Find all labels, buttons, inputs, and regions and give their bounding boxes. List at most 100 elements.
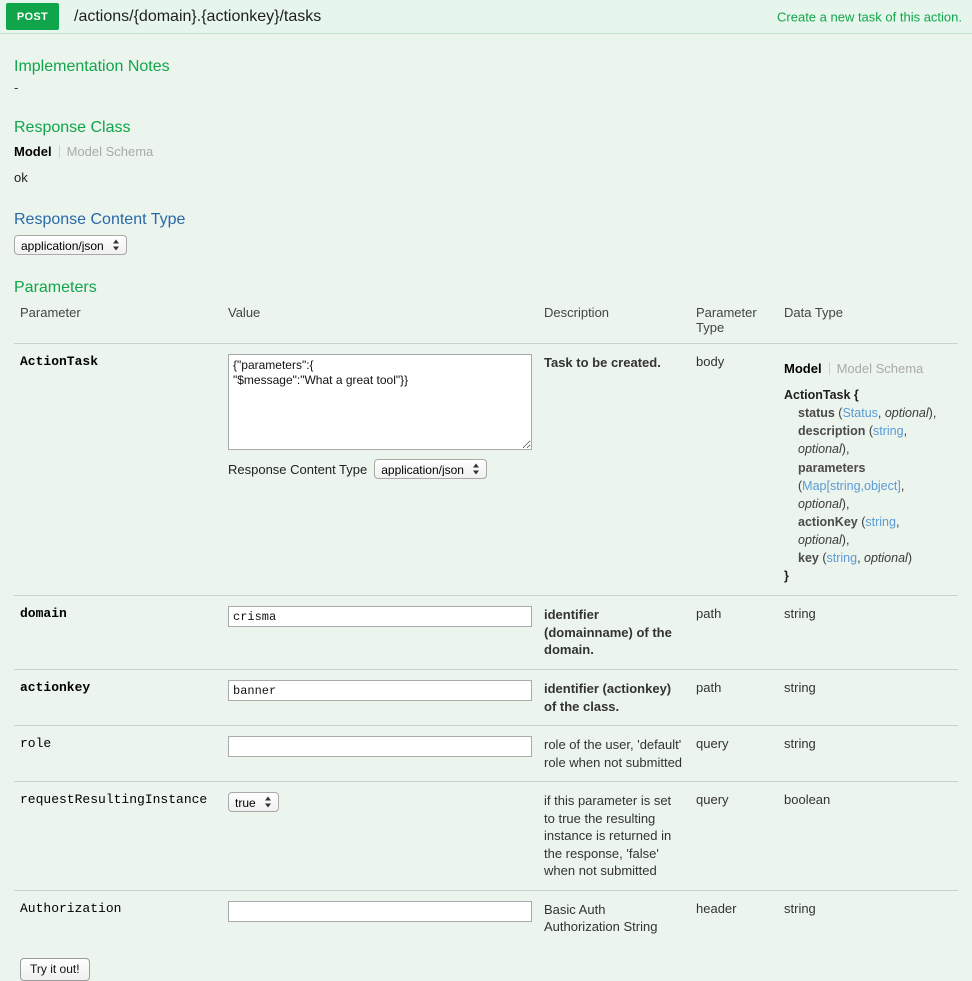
parameters-heading: Parameters [14,279,97,296]
parameter-value-actionkey [222,669,538,727]
model-property-description: description (string, optional), [798,424,908,457]
model-property-trailing: , [845,496,850,511]
tab-model[interactable]: Model [14,145,60,158]
parameter-type-domain: path [690,595,778,671]
model-property-type[interactable]: string [827,551,858,565]
response-class-heading: Response Class [14,119,131,136]
tab-model-schema[interactable]: Model Schema [830,362,924,375]
parameter-description-authorization: Basic Auth Authorization String [544,901,658,935]
parameter-value-domain [222,595,538,671]
body-response-content-type: Response Content Type application/json [228,459,532,479]
parameter-description-domain: identifier (domainname) of the domain. [538,595,690,671]
model-property-name: actionKey [798,514,858,529]
model-property-trailing: , [932,406,937,421]
model-property-type[interactable]: string [873,424,904,438]
parameter-data-type-actionkey: string [778,669,958,727]
parameters-table-header-row: Parameter Value Description Parameter Ty… [14,303,958,344]
operation-summary-link[interactable]: Create a new task of this action. [777,9,962,24]
implementation-notes-text: - [14,80,19,95]
response-content-type-heading: Response Content Type [14,211,186,228]
parameter-data-type-domain: string [778,595,958,671]
parameter-description-actionkey: identifier (actionkey) of the class. [538,669,690,727]
column-header-parameter: Parameter [14,303,222,344]
parameter-type-role: query [690,725,778,783]
role-input[interactable] [228,736,532,758]
body-response-content-type-select[interactable]: application/json [374,459,488,479]
parameter-data-type-actiontask: Model Model Schema ActionTask { status (… [778,343,958,597]
model-property-type[interactable]: Status [842,406,877,420]
tab-model-schema[interactable]: Model Schema [60,145,154,158]
response-content-type-select[interactable]: application/json [14,235,127,255]
model-property-modifier: optional [798,496,842,511]
table-row: domain identifier (domainname) of the do… [14,595,958,671]
model-property-name: parameters [798,460,866,475]
parameter-value-authorization [222,890,538,946]
table-row: ActionTask {"parameters":{ "$message":"W… [14,343,958,597]
body-response-content-type-label: Response Content Type [228,461,368,477]
parameter-name-role: role [14,725,222,783]
model-property-trailing: , [845,442,850,457]
parameter-data-type-authorization: string [784,900,816,916]
parameters-table: Parameter Value Description Parameter Ty… [14,303,958,946]
model-class-close: } [784,569,789,584]
operation-content: Implementation Notes - Response Class Mo… [0,58,972,981]
model-property-name: status [798,406,835,421]
column-header-parameter-type: Parameter Type [690,303,778,344]
operation-path[interactable]: /actions/{domain}.{actionkey}/tasks [74,8,321,26]
parameter-data-type-role: string [778,725,958,783]
body-payload-textarea[interactable]: {"parameters":{ "$message":"What a great… [228,354,532,450]
table-row: Authorization Basic Auth Authorization S… [14,890,958,946]
model-property-modifier: optional [884,406,929,421]
parameter-description-actiontask: Task to be created. [538,343,690,597]
parameter-type-authorization: header [696,900,737,916]
body-response-content-type-select-wrap[interactable]: application/json [374,459,488,479]
model-property-key: key (string, optional) [798,551,912,566]
parameter-type-actiontask: body [690,343,778,597]
requestresultinginstance-select[interactable]: true [228,792,279,813]
requestresultinginstance-select-wrap[interactable]: true [228,792,279,813]
parameter-name-requestresultinginstance: requestResultingInstance [14,781,222,891]
model-property-name: key [798,551,819,566]
column-header-data-type: Data Type [778,303,958,344]
model-signature-block: ActionTask { status (Status, optional), … [784,386,952,585]
model-property-modifier: optional [798,533,842,547]
parameter-description-role: role of the user, 'default' role when no… [538,725,690,783]
actionkey-input[interactable] [228,680,532,702]
http-method-badge: POST [6,3,59,30]
authorization-input[interactable] [228,900,532,922]
model-property-actionkey: actionKey (string, optional), [798,514,900,547]
model-property-status: status (Status, optional), [798,406,937,421]
model-property-parameters: parameters (Map[string,object], optional… [798,460,905,511]
parameter-description-requestresultinginstance: if this parameter is set to true the res… [538,781,690,891]
column-header-value: Value [222,303,538,344]
implementation-notes-heading: Implementation Notes [14,58,170,75]
parameter-name-domain: domain [14,595,222,671]
parameter-value-role [222,725,538,783]
try-it-out-button[interactable]: Try it out! [20,958,90,981]
response-content-type-select-wrap[interactable]: application/json [14,235,127,255]
parameter-value-actiontask: {"parameters":{ "$message":"What a great… [222,343,538,597]
parameter-type-requestresultinginstance: query [690,781,778,891]
data-type-tabs: Model Model Schema [784,362,952,375]
parameter-name-actiontask: ActionTask [14,343,222,597]
parameter-type-actionkey: path [690,669,778,727]
response-class-signature: ok [14,170,28,185]
table-row: requestResultingInstance true if this pa… [14,781,958,891]
domain-input[interactable] [228,606,532,628]
model-property-trailing: , [845,533,850,547]
tab-model[interactable]: Model [784,362,830,375]
model-property-name: description [798,424,866,439]
table-row: role role of the user, 'default' role wh… [14,725,958,783]
model-class-open: ActionTask { [784,388,859,402]
parameter-name-actionkey: actionkey [14,669,222,727]
column-header-description: Description [538,303,690,344]
model-property-modifier: optional [864,551,908,566]
response-class-tabs: Model Model Schema [14,145,958,158]
operation-header[interactable]: POST /actions/{domain}.{actionkey}/tasks… [0,0,972,34]
table-row: actionkey identifier (actionkey) of the … [14,669,958,727]
model-property-type[interactable]: string [865,515,896,529]
parameter-value-requestresultinginstance: true [222,781,538,891]
model-property-modifier: optional [798,442,842,457]
model-property-type[interactable]: Map[string,object] [802,479,901,493]
parameter-data-type-requestresultinginstance: boolean [778,781,958,891]
